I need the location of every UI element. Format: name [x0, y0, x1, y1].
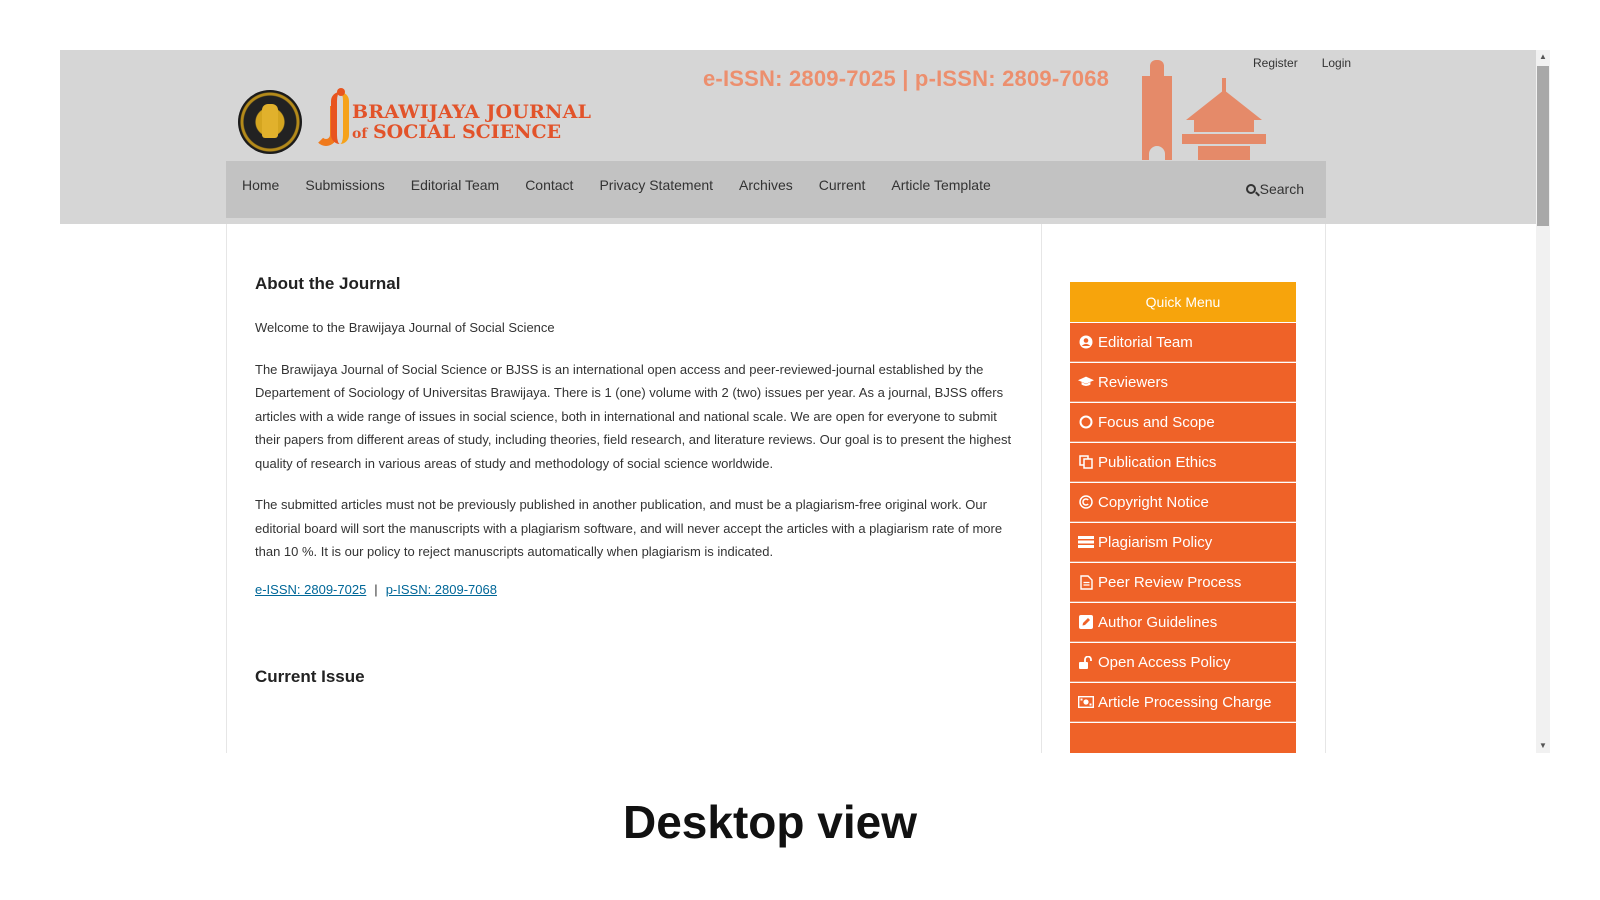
primary-nav: Home Submissions Editorial Team Contact …	[226, 161, 1326, 218]
quick-menu-publication-ethics[interactable]: Publication Ethics	[1070, 443, 1296, 482]
quick-menu-focus-and-scope[interactable]: Focus and Scope	[1070, 403, 1296, 442]
quick-menu-label: Copyright Notice	[1098, 493, 1209, 511]
brand-of: of	[352, 126, 368, 142]
unlock-icon	[1078, 655, 1094, 669]
nav-privacy-statement[interactable]: Privacy Statement	[599, 177, 713, 193]
quick-menu: Quick Menu Editorial Team Reviewers Focu…	[1070, 282, 1296, 753]
quick-menu-label: Plagiarism Policy	[1098, 533, 1213, 551]
quick-menu-editorial-team[interactable]: Editorial Team	[1070, 323, 1296, 362]
current-issue-heading: Current Issue	[255, 666, 365, 686]
eissn-link[interactable]: e-ISSN: 2809-7025	[255, 582, 366, 597]
nav-current[interactable]: Current	[819, 177, 866, 193]
page-content: About the Journal Welcome to the Brawija…	[226, 224, 1326, 753]
circle-icon	[1078, 415, 1094, 429]
welcome-text: Welcome to the Brawijaya Journal of Soci…	[255, 320, 555, 335]
login-link[interactable]: Login	[1322, 56, 1351, 70]
copy-icon	[1078, 455, 1094, 469]
quick-menu-title: Quick Menu	[1070, 282, 1296, 322]
about-paragraph-2: The submitted articles must not be previ…	[255, 497, 1003, 559]
search-label: Search	[1259, 181, 1304, 197]
file-text-icon	[1078, 574, 1094, 590]
scroll-down-arrow-icon[interactable]: ▼	[1536, 739, 1550, 753]
quick-menu-reviewers[interactable]: Reviewers	[1070, 363, 1296, 402]
pissn-link[interactable]: p-ISSN: 2809-7068	[386, 582, 497, 597]
money-icon	[1078, 695, 1094, 709]
brand-line2: SOCIAL SCIENCE	[372, 121, 562, 143]
issn-banner: e-ISSN: 2809-7025 | p-ISSN: 2809-7068	[703, 66, 1110, 91]
server-icon	[1078, 535, 1094, 549]
brand-line1: BRAWIJAYA JOURNAL	[352, 101, 592, 123]
quick-menu-label: Open Access Policy	[1098, 653, 1231, 671]
browser-viewport: Register Login BRAWIJAYA JOURNAL of SOCI…	[60, 50, 1550, 753]
journal-brand-name[interactable]: BRAWIJAYA JOURNAL of SOCIAL SCIENCE	[352, 102, 591, 144]
site-header: Register Login BRAWIJAYA JOURNAL of SOCI…	[60, 50, 1536, 224]
journal-logo-mark	[315, 88, 355, 150]
desktop-view-caption: Desktop view	[623, 796, 917, 848]
quick-menu-label: Focus and Scope	[1098, 413, 1215, 431]
quick-menu-copyright-notice[interactable]: Copyright Notice	[1070, 483, 1296, 522]
quick-menu-article-processing-charge[interactable]: Article Processing Charge	[1070, 683, 1296, 722]
quick-menu-label: Peer Review Process	[1098, 573, 1242, 591]
issn-links: e-ISSN: 2809-7025 | p-ISSN: 2809-7068	[255, 582, 1013, 597]
search-icon	[1245, 184, 1256, 194]
user-nav: Register Login	[1253, 56, 1351, 70]
about-journal-heading: About the Journal	[255, 274, 401, 293]
quick-menu-peer-review-process[interactable]: Peer Review Process	[1070, 563, 1296, 602]
search-button[interactable]: Search	[1245, 181, 1304, 197]
issn-separator: |	[374, 581, 378, 597]
quick-menu-label: Reviewers	[1098, 373, 1169, 391]
about-paragraph-1: The Brawijaya Journal of Social Science …	[255, 361, 1012, 471]
quick-menu-author-guidelines[interactable]: Author Guidelines	[1070, 603, 1296, 642]
nav-archives[interactable]: Archives	[739, 177, 793, 193]
building-illustration	[1142, 60, 1266, 164]
scrollbar-thumb[interactable]	[1537, 66, 1549, 226]
copyright-icon	[1078, 495, 1094, 509]
user-circle-icon	[1078, 335, 1094, 349]
quick-menu-label: Editorial Team	[1098, 333, 1193, 351]
quick-menu-label: Publication Ethics	[1098, 453, 1217, 471]
vertical-scrollbar[interactable]: ▲ ▼	[1536, 50, 1550, 753]
nav-submissions[interactable]: Submissions	[305, 177, 384, 193]
nav-editorial-team[interactable]: Editorial Team	[411, 177, 499, 193]
quick-menu-label: Article Processing Charge	[1098, 693, 1272, 711]
nav-home[interactable]: Home	[242, 177, 279, 193]
nav-contact[interactable]: Contact	[525, 177, 573, 193]
main-content: About the Journal Welcome to the Brawija…	[227, 224, 1042, 753]
quick-menu-open-access-policy[interactable]: Open Access Policy	[1070, 643, 1296, 682]
quick-menu-label: Author Guidelines	[1098, 613, 1218, 631]
nav-article-template[interactable]: Article Template	[891, 177, 990, 193]
pencil-square-icon	[1078, 615, 1094, 629]
quick-menu-plagiarism-policy[interactable]: Plagiarism Policy	[1070, 523, 1296, 562]
graduation-cap-icon	[1078, 375, 1094, 389]
university-seal-logo	[238, 90, 302, 154]
quick-menu-more-item[interactable]	[1070, 723, 1296, 753]
scroll-up-arrow-icon[interactable]: ▲	[1536, 50, 1550, 64]
